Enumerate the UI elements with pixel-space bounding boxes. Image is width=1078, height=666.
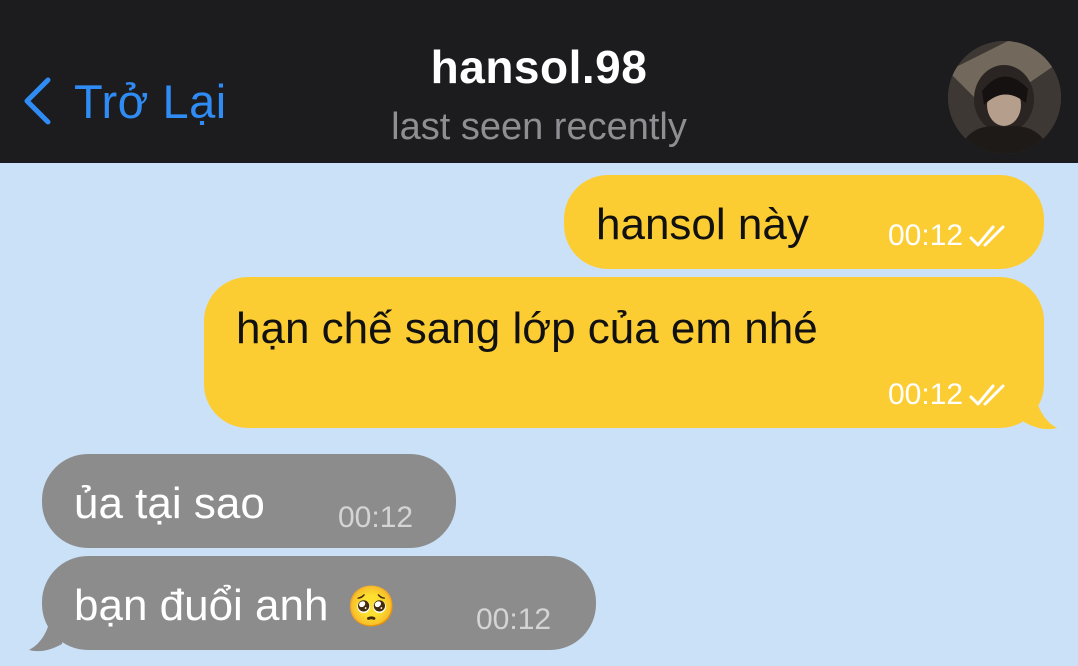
pleading-face-emoji: 🥺 bbox=[346, 585, 397, 629]
message-text: hạn chế sang lớp của em nhé bbox=[236, 304, 818, 353]
message-bubble-outgoing[interactable]: hansol này 00:12 bbox=[564, 175, 1044, 269]
contact-name[interactable]: hansol.98 bbox=[0, 40, 1078, 94]
message-meta: 00:12 bbox=[888, 378, 1011, 412]
message-bubble-incoming[interactable]: ủa tại sao 00:12 bbox=[42, 454, 456, 548]
avatar-photo bbox=[948, 41, 1061, 154]
chat-header: Trở Lại hansol.98 last seen recently bbox=[0, 0, 1078, 163]
avatar[interactable] bbox=[948, 41, 1061, 154]
message-text: hansol này bbox=[596, 200, 809, 249]
message-text: bạn đuổi anh 🥺 bbox=[74, 581, 397, 631]
message-bubble-incoming[interactable]: bạn đuổi anh 🥺 00:12 bbox=[42, 556, 596, 650]
message-time: 00:12 bbox=[888, 219, 964, 252]
message-text-content: bạn đuổi anh bbox=[74, 581, 329, 630]
message-time: 00:12 bbox=[476, 603, 552, 636]
message-text: ủa tại sao bbox=[74, 479, 265, 528]
double-check-icon bbox=[969, 225, 1005, 247]
message-time: 00:12 bbox=[338, 501, 414, 534]
message-bubble-outgoing[interactable]: hạn chế sang lớp của em nhé 00:12 bbox=[204, 277, 1044, 428]
message-time: 00:12 bbox=[888, 378, 964, 411]
double-check-icon bbox=[969, 384, 1005, 406]
contact-status: last seen recently bbox=[391, 106, 687, 148]
message-meta: 00:12 bbox=[888, 219, 1011, 253]
bubble-tail-outgoing bbox=[1020, 388, 1057, 430]
bubble-tail-incoming bbox=[29, 610, 66, 652]
